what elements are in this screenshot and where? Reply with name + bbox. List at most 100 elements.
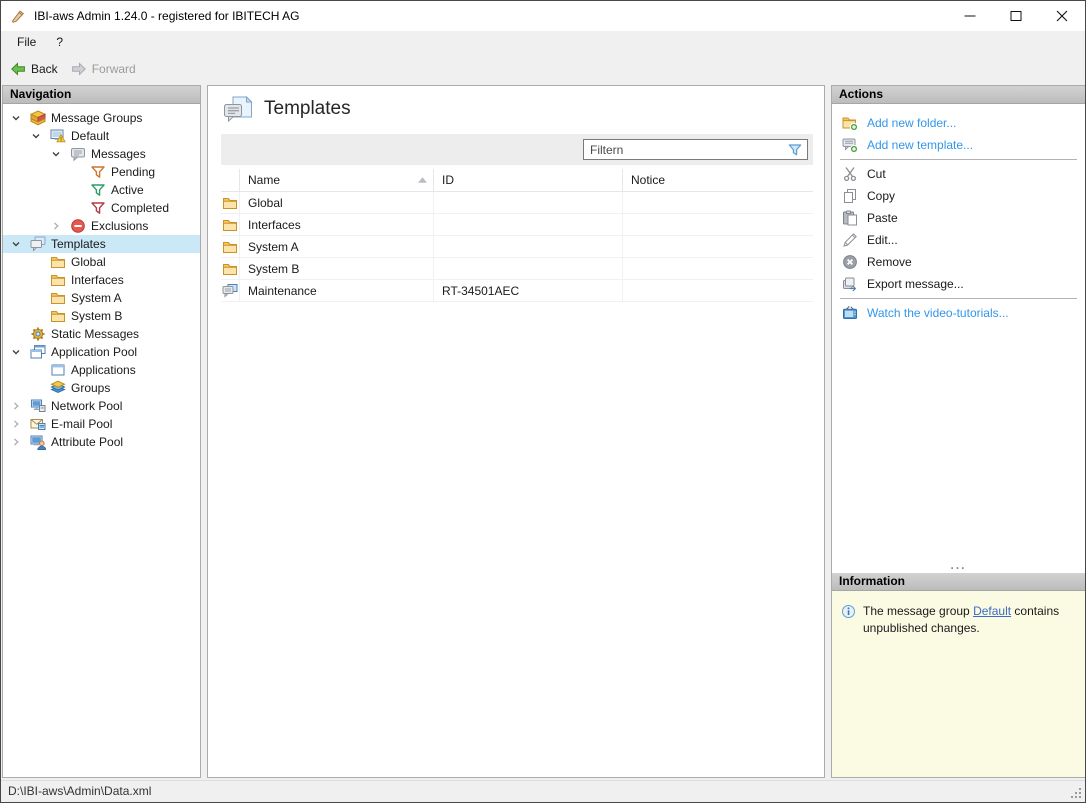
tree-item-application-pool[interactable]: Application Pool: [3, 343, 200, 361]
folder-icon: [222, 195, 238, 211]
tree-item-active[interactable]: Active: [3, 181, 200, 199]
table-row-global[interactable]: Global: [221, 192, 813, 214]
tree-item-global[interactable]: Global: [3, 253, 200, 271]
cell-notice: [623, 236, 813, 257]
minimize-icon: [964, 10, 976, 22]
tree-item-label: Groups: [71, 381, 110, 395]
chevron-down-icon[interactable]: [31, 131, 50, 141]
data-file-path: D:\IBI-aws\Admin\Data.xml: [8, 781, 151, 802]
forward-button[interactable]: Forward: [67, 57, 145, 81]
tree-item-attribute-pool[interactable]: Attribute Pool: [3, 433, 200, 451]
action-paste[interactable]: Paste: [832, 207, 1085, 229]
filter-funnel-icon[interactable]: [787, 142, 803, 158]
row-type-cell: [221, 280, 240, 301]
row-type-cell: [221, 236, 240, 257]
back-button[interactable]: Back: [6, 57, 67, 81]
chevron-right-icon[interactable]: [11, 401, 30, 411]
cell-id: [434, 258, 623, 279]
cell-name: System A: [240, 236, 434, 257]
information-header: Information: [832, 573, 1085, 591]
tree-item-pending[interactable]: Pending: [3, 163, 200, 181]
column-header-label: ID: [442, 173, 454, 187]
minimize-button[interactable]: [947, 1, 993, 31]
tree-item-label: Attribute Pool: [51, 435, 123, 449]
copy-icon: [842, 188, 858, 204]
action-label: Watch the video-tutorials...: [867, 306, 1009, 320]
action-copy[interactable]: Copy: [832, 185, 1085, 207]
menu-bar: File?: [1, 31, 1085, 55]
close-icon: [1056, 10, 1068, 22]
resize-grip-icon[interactable]: [1070, 787, 1083, 800]
tree-item-completed[interactable]: Completed: [3, 199, 200, 217]
chevron-down-icon[interactable]: [11, 239, 30, 249]
tree-item-label: Global: [71, 255, 106, 269]
tree-item-static-messages[interactable]: Static Messages: [3, 325, 200, 343]
table-row-system-b[interactable]: System B: [221, 258, 813, 280]
main-content: Templates NameIDNotice GlobalInterfacesS…: [207, 85, 825, 778]
tree-item-label: System B: [71, 309, 122, 323]
chevron-down-icon[interactable]: [11, 113, 30, 123]
filter-input[interactable]: [583, 139, 808, 160]
cell-name: System B: [240, 258, 434, 279]
app-icon: [10, 8, 26, 24]
maximize-button[interactable]: [993, 1, 1039, 31]
action-cut[interactable]: Cut: [832, 163, 1085, 185]
templates-title-icon: [222, 95, 254, 127]
tree-item-label: Interfaces: [71, 273, 124, 287]
tree-item-applications[interactable]: Applications: [3, 361, 200, 379]
cell-notice: [623, 258, 813, 279]
export-message-icon: [842, 276, 858, 292]
status-bar: D:\IBI-aws\Admin\Data.xml: [1, 780, 1085, 802]
tree-item-exclusions[interactable]: Exclusions: [3, 217, 200, 235]
tree-item-e-mail-pool[interactable]: E-mail Pool: [3, 415, 200, 433]
chevron-down-icon[interactable]: [11, 347, 30, 357]
chevron-right-icon[interactable]: [11, 419, 30, 429]
action-remove[interactable]: Remove: [832, 251, 1085, 273]
tree-item-system-a[interactable]: System A: [3, 289, 200, 307]
action-label: Cut: [867, 167, 886, 181]
default-group-link[interactable]: Default: [973, 604, 1011, 618]
action-export-message[interactable]: Export message...: [832, 273, 1085, 295]
chevron-right-icon[interactable]: [51, 221, 70, 231]
chevron-right-icon[interactable]: [11, 437, 30, 447]
action-add-new-folder[interactable]: Add new folder...: [832, 112, 1085, 134]
navigation-header: Navigation: [3, 86, 200, 104]
menu-item-file[interactable]: File: [7, 31, 46, 53]
add-folder-icon: [842, 115, 858, 131]
tree-item-messages[interactable]: Messages: [3, 145, 200, 163]
folder-icon: [50, 254, 66, 270]
menu-item-help[interactable]: ?: [46, 31, 73, 53]
tree-item-templates[interactable]: Templates: [3, 235, 200, 253]
chevron-down-icon[interactable]: [51, 149, 70, 159]
tree-item-groups[interactable]: Groups: [3, 379, 200, 397]
action-watch-the-video-tutorials[interactable]: Watch the video-tutorials...: [832, 302, 1085, 324]
folder-icon: [222, 217, 238, 233]
action-add-new-template[interactable]: Add new template...: [832, 134, 1085, 156]
cell-id: [434, 192, 623, 213]
cut-icon: [842, 166, 858, 182]
table-row-interfaces[interactable]: Interfaces: [221, 214, 813, 236]
tree-item-system-b[interactable]: System B: [3, 307, 200, 325]
action-edit[interactable]: Edit...: [832, 229, 1085, 251]
column-header-name[interactable]: Name: [240, 169, 434, 191]
tree-item-default[interactable]: Default: [3, 127, 200, 145]
tree-item-network-pool[interactable]: Network Pool: [3, 397, 200, 415]
action-label: Add new template...: [867, 138, 973, 152]
panel-splitter-handle[interactable]: ...: [832, 563, 1085, 573]
column-header-icon[interactable]: [221, 169, 240, 191]
funnel-completed-icon: [90, 200, 106, 216]
edit-icon: [842, 232, 858, 248]
navigation-tree: Message GroupsDefaultMessages Pending Acti…: [3, 104, 200, 451]
tree-item-label: Pending: [111, 165, 155, 179]
tree-item-message-groups[interactable]: Message Groups: [3, 109, 200, 127]
information-text: The message group Default contains unpub…: [863, 603, 1065, 637]
folder-icon: [222, 239, 238, 255]
close-button[interactable]: [1039, 1, 1085, 31]
column-header-id[interactable]: ID: [434, 169, 623, 191]
folder-icon: [50, 290, 66, 306]
column-header-notice[interactable]: Notice: [623, 169, 813, 191]
table-row-system-a[interactable]: System A: [221, 236, 813, 258]
actions-panel: Actions Add new folder...Add new templat…: [831, 85, 1086, 778]
tree-item-interfaces[interactable]: Interfaces: [3, 271, 200, 289]
table-row-maintenance[interactable]: MaintenanceRT-34501AEC: [221, 280, 813, 302]
